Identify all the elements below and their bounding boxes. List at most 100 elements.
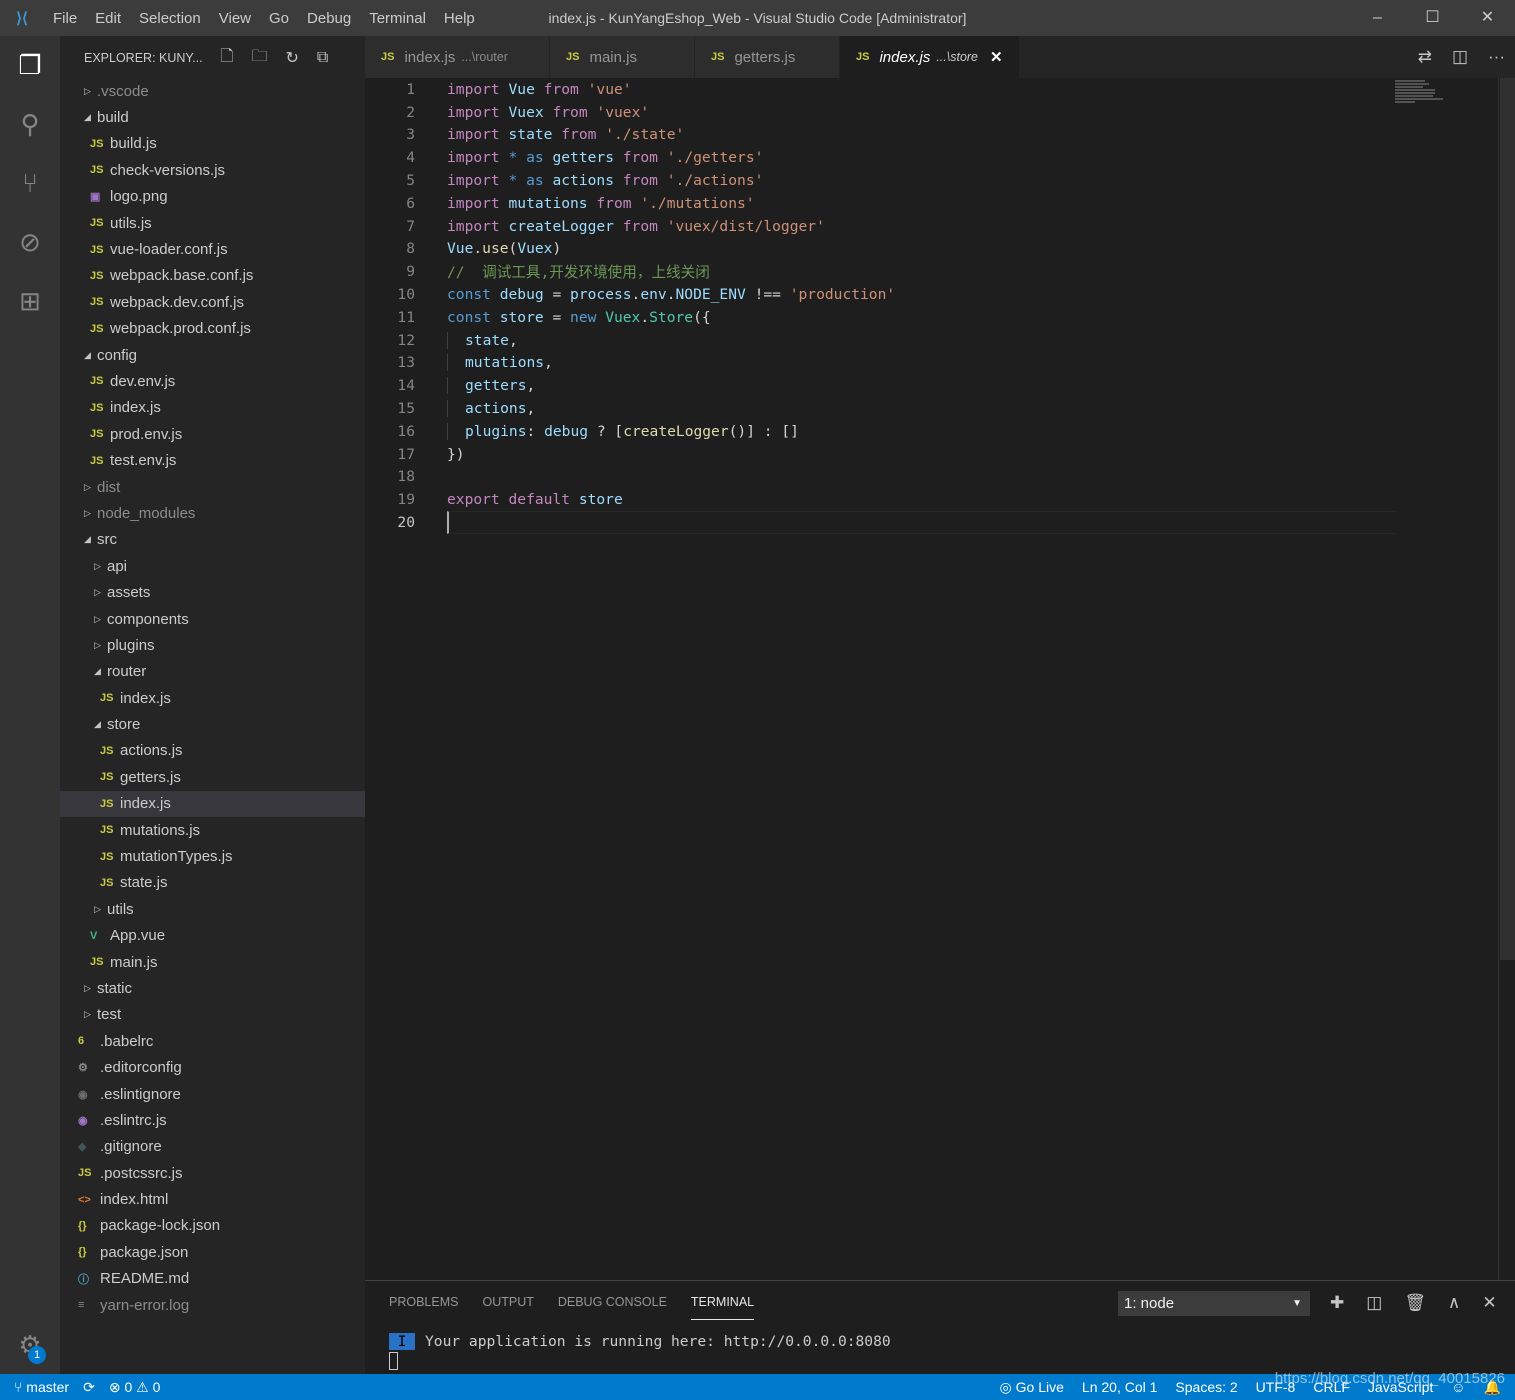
split-terminal-icon[interactable]: ◫	[1366, 1293, 1382, 1313]
menu-terminal[interactable]: Terminal	[360, 10, 435, 27]
cursor-position[interactable]: Ln 20, Col 1	[1082, 1379, 1158, 1395]
collapse-all-icon[interactable]: ⧉	[317, 49, 328, 67]
explorer-icon[interactable]: ❐	[0, 36, 60, 95]
tree-file[interactable]: JS webpack.base.conf.js	[60, 263, 365, 289]
tree-file[interactable]: {} package.json	[60, 1239, 365, 1265]
tree-file[interactable]: JS dev.env.js	[60, 368, 365, 394]
tree-file[interactable]: JS webpack.dev.conf.js	[60, 289, 365, 315]
tree-item-label: build.js	[110, 135, 157, 153]
code-line: 19 export default store	[365, 488, 1500, 511]
tree-file[interactable]: ⓘ README.md	[60, 1266, 365, 1292]
tree-file[interactable]: JS main.js	[60, 949, 365, 975]
settings-gear-icon[interactable]: ⚙	[0, 1316, 60, 1375]
new-terminal-icon[interactable]: ✚	[1330, 1293, 1344, 1313]
sync-icon[interactable]: ⟳	[83, 1379, 95, 1396]
source-control-icon[interactable]: ⑂	[0, 154, 60, 213]
menu-go[interactable]: Go	[260, 10, 298, 27]
tree-file[interactable]: {} package-lock.json	[60, 1213, 365, 1239]
tree-file[interactable]: ◉ .eslintrc.js	[60, 1107, 365, 1133]
panel-tab-debug-console[interactable]: DEBUG CONSOLE	[558, 1295, 667, 1320]
tree-file[interactable]: JS getters.js	[60, 764, 365, 790]
tree-file[interactable]: ▣ logo.png	[60, 184, 365, 210]
tree-file[interactable]: 6 .babelrc	[60, 1028, 365, 1054]
more-actions-icon[interactable]: ···	[1488, 47, 1505, 67]
tree-file[interactable]: JS state.js	[60, 870, 365, 896]
tree-folder[interactable]: ◢ src	[60, 527, 365, 553]
tree-file[interactable]: JS index.js	[60, 395, 365, 421]
tree-folder[interactable]: ▷ api	[60, 553, 365, 579]
tree-file[interactable]: JS mutationTypes.js	[60, 843, 365, 869]
maximize-panel-icon[interactable]: ∧	[1448, 1293, 1460, 1313]
menu-file[interactable]: File	[44, 10, 86, 27]
tree-file[interactable]: JS webpack.prod.conf.js	[60, 316, 365, 342]
kill-terminal-icon[interactable]: 🗑	[1404, 1293, 1426, 1313]
tab-index-js[interactable]: JS index.js ...\store ✕	[840, 36, 1020, 78]
tree-folder[interactable]: ▷ utils	[60, 896, 365, 922]
close-panel-icon[interactable]: ✕	[1482, 1293, 1496, 1313]
problems-status[interactable]: ⊗ 0 ⚠ 0	[109, 1379, 161, 1396]
tree-file[interactable]: JS vue-loader.conf.js	[60, 236, 365, 262]
menu-debug[interactable]: Debug	[298, 10, 360, 27]
tree-folder[interactable]: ◢ store	[60, 711, 365, 737]
new-folder-icon[interactable]: 🗀	[251, 45, 267, 72]
tree-folder[interactable]: ◢ config	[60, 342, 365, 368]
menu-edit[interactable]: Edit	[86, 10, 130, 27]
refresh-icon[interactable]: ↻	[285, 48, 298, 68]
menu-selection[interactable]: Selection	[130, 10, 210, 27]
tree-folder[interactable]: ◢ router	[60, 659, 365, 685]
code-token: !==	[745, 286, 790, 304]
tab-getters-js[interactable]: JS getters.js	[695, 36, 840, 78]
panel-tab-terminal[interactable]: TERMINAL	[690, 1295, 755, 1320]
tree-file[interactable]: JS mutations.js	[60, 817, 365, 843]
tree-file[interactable]: JS .postcssrc.js	[60, 1160, 365, 1186]
minimize-button[interactable]: –	[1350, 0, 1405, 36]
indentation[interactable]: Spaces: 2	[1175, 1379, 1237, 1395]
tab-index-js[interactable]: JS index.js ...\router	[365, 36, 550, 78]
tree-folder[interactable]: ▷ dist	[60, 474, 365, 500]
tree-file[interactable]: ◆ .gitignore	[60, 1134, 365, 1160]
tree-folder[interactable]: ▷ components	[60, 606, 365, 632]
tree-file[interactable]: ≡ yarn-error.log	[60, 1292, 365, 1318]
split-editor-icon[interactable]: ◫	[1452, 47, 1468, 67]
panel-tab-problems[interactable]: PROBLEMS	[389, 1295, 458, 1320]
tree-file[interactable]: JS index.js	[60, 685, 365, 711]
terminal-select[interactable]: 1: node ▼	[1118, 1291, 1310, 1316]
tree-file[interactable]: JS test.env.js	[60, 447, 365, 473]
tree-file[interactable]: JS build.js	[60, 131, 365, 157]
maximize-button[interactable]: ☐	[1405, 0, 1460, 36]
editor-scrollbar[interactable]	[1498, 78, 1515, 1280]
tree-file[interactable]: JS utils.js	[60, 210, 365, 236]
tree-file[interactable]: V App.vue	[60, 923, 365, 949]
menu-help[interactable]: Help	[435, 10, 484, 27]
tree-file[interactable]: JS actions.js	[60, 738, 365, 764]
tree-folder[interactable]: ▷ node_modules	[60, 500, 365, 526]
terminal-output[interactable]: I Your application is running here: http:…	[389, 1333, 891, 1370]
tree-folder[interactable]: ▷ .vscode	[60, 78, 365, 104]
extensions-icon[interactable]: ⊞	[0, 272, 60, 331]
code-editor[interactable]: 1 import Vue from 'vue' 2 import Vuex from …	[365, 78, 1500, 1278]
close-tab-icon[interactable]: ✕	[990, 48, 1003, 66]
search-icon[interactable]: ⚲	[0, 95, 60, 154]
tree-folder[interactable]: ▷ plugins	[60, 632, 365, 658]
tree-file[interactable]: ◉ .eslintignore	[60, 1081, 365, 1107]
debug-icon[interactable]: ⊘	[0, 213, 60, 272]
open-changes-icon[interactable]: ⇄	[1418, 47, 1432, 67]
minimap[interactable]	[1395, 80, 1445, 120]
tree-folder[interactable]: ▷ static	[60, 975, 365, 1001]
tree-folder[interactable]: ◢ build	[60, 104, 365, 130]
close-window-button[interactable]: ✕	[1460, 0, 1515, 36]
tree-file[interactable]: JS index.js	[60, 790, 365, 817]
menu-view[interactable]: View	[210, 10, 260, 27]
code-token: './state'	[605, 126, 685, 144]
go-live-button[interactable]: ◎ Go Live	[1000, 1379, 1064, 1396]
tree-file[interactable]: ⚙ .editorconfig	[60, 1054, 365, 1080]
tree-file[interactable]: JS check-versions.js	[60, 157, 365, 183]
panel-tab-output[interactable]: OUTPUT	[482, 1295, 533, 1320]
new-file-icon[interactable]: 🗋	[221, 45, 234, 72]
tree-file[interactable]: <> index.html	[60, 1186, 365, 1212]
tree-folder[interactable]: ▷ assets	[60, 579, 365, 605]
branch-status[interactable]: ⑂ master	[14, 1379, 69, 1395]
tree-folder[interactable]: ▷ test	[60, 1002, 365, 1028]
tab-main-js[interactable]: JS main.js	[550, 36, 695, 78]
tree-file[interactable]: JS prod.env.js	[60, 421, 365, 447]
